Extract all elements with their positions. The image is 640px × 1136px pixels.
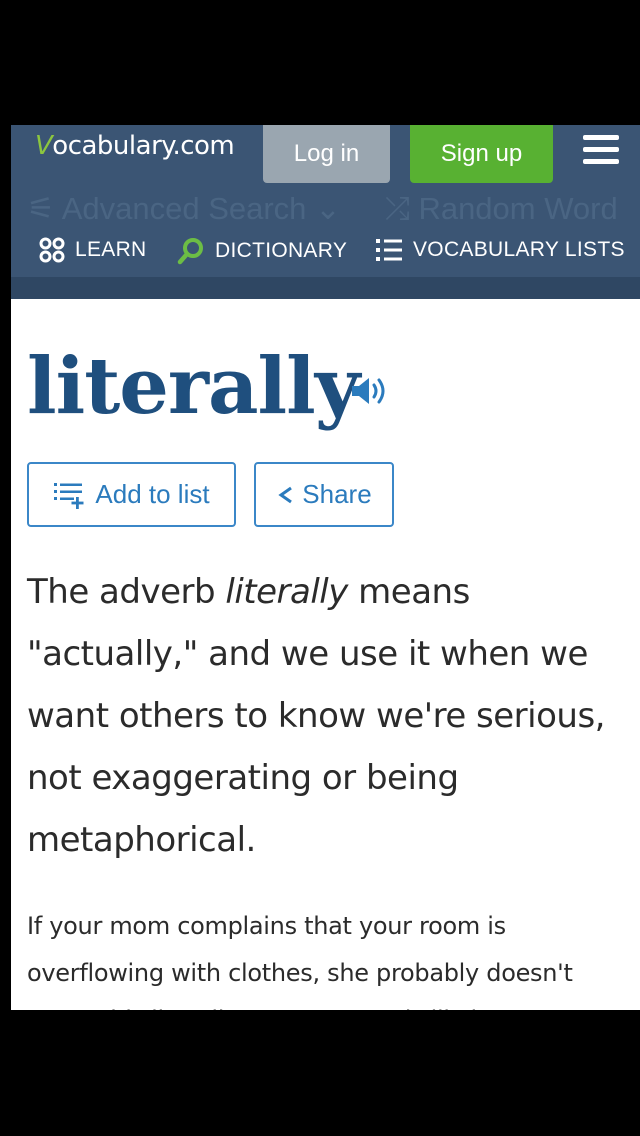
main-nav: LEARN DICTIONARY VOCABULARY LISTS bbox=[11, 231, 640, 271]
nav-label: VOCABULARY LISTS bbox=[413, 238, 625, 261]
shuffle-icon: ⤮ bbox=[385, 191, 410, 226]
random-word-link[interactable]: ⤮ Random Word bbox=[385, 191, 618, 228]
audio-speaker-icon[interactable] bbox=[349, 373, 391, 409]
long-definition: If your mom complains that your room is … bbox=[27, 912, 573, 1010]
short-definition: The adverb literally means "actually," a… bbox=[27, 572, 605, 860]
chevron-down-icon: ⌄ bbox=[315, 191, 342, 226]
list-icon bbox=[376, 239, 402, 261]
add-to-list-label: Add to list bbox=[95, 479, 210, 509]
share-icon bbox=[278, 486, 293, 503]
header-bottom-band bbox=[11, 277, 640, 299]
search-icon bbox=[177, 238, 203, 265]
site-logo[interactable]: Vocabulary.com bbox=[35, 131, 235, 161]
share-label: Share bbox=[302, 479, 372, 509]
share-button[interactable]: Share bbox=[254, 462, 394, 527]
add-to-list-icon bbox=[54, 482, 84, 509]
login-button[interactable]: Log in bbox=[263, 125, 390, 183]
signup-button[interactable]: Sign up bbox=[410, 125, 553, 183]
learn-circles-icon bbox=[39, 237, 65, 263]
nav-item-dictionary[interactable]: DICTIONARY bbox=[177, 237, 347, 265]
advanced-search-link[interactable]: ⚟ Advanced Search ⌄ bbox=[27, 191, 341, 227]
nav-item-vocabulary-lists[interactable]: VOCABULARY LISTS bbox=[375, 237, 625, 263]
nav-item-learn[interactable]: LEARN bbox=[39, 237, 147, 263]
nav-label: DICTIONARY bbox=[215, 239, 348, 262]
secondary-search-row: ⚟ Advanced Search ⌄ ⤮ Random Word bbox=[11, 189, 640, 233]
add-to-list-button[interactable]: Add to list bbox=[27, 462, 236, 527]
nav-label: LEARN bbox=[75, 238, 147, 261]
sliders-icon: ⚟ bbox=[27, 191, 55, 226]
hamburger-menu-icon[interactable] bbox=[583, 135, 619, 165]
word-title: literally bbox=[27, 341, 360, 432]
site-header: Vocabulary.com Log in Sign up ⚟ Advanced… bbox=[11, 125, 640, 299]
page: Vocabulary.com Log in Sign up ⚟ Advanced… bbox=[11, 125, 640, 1010]
